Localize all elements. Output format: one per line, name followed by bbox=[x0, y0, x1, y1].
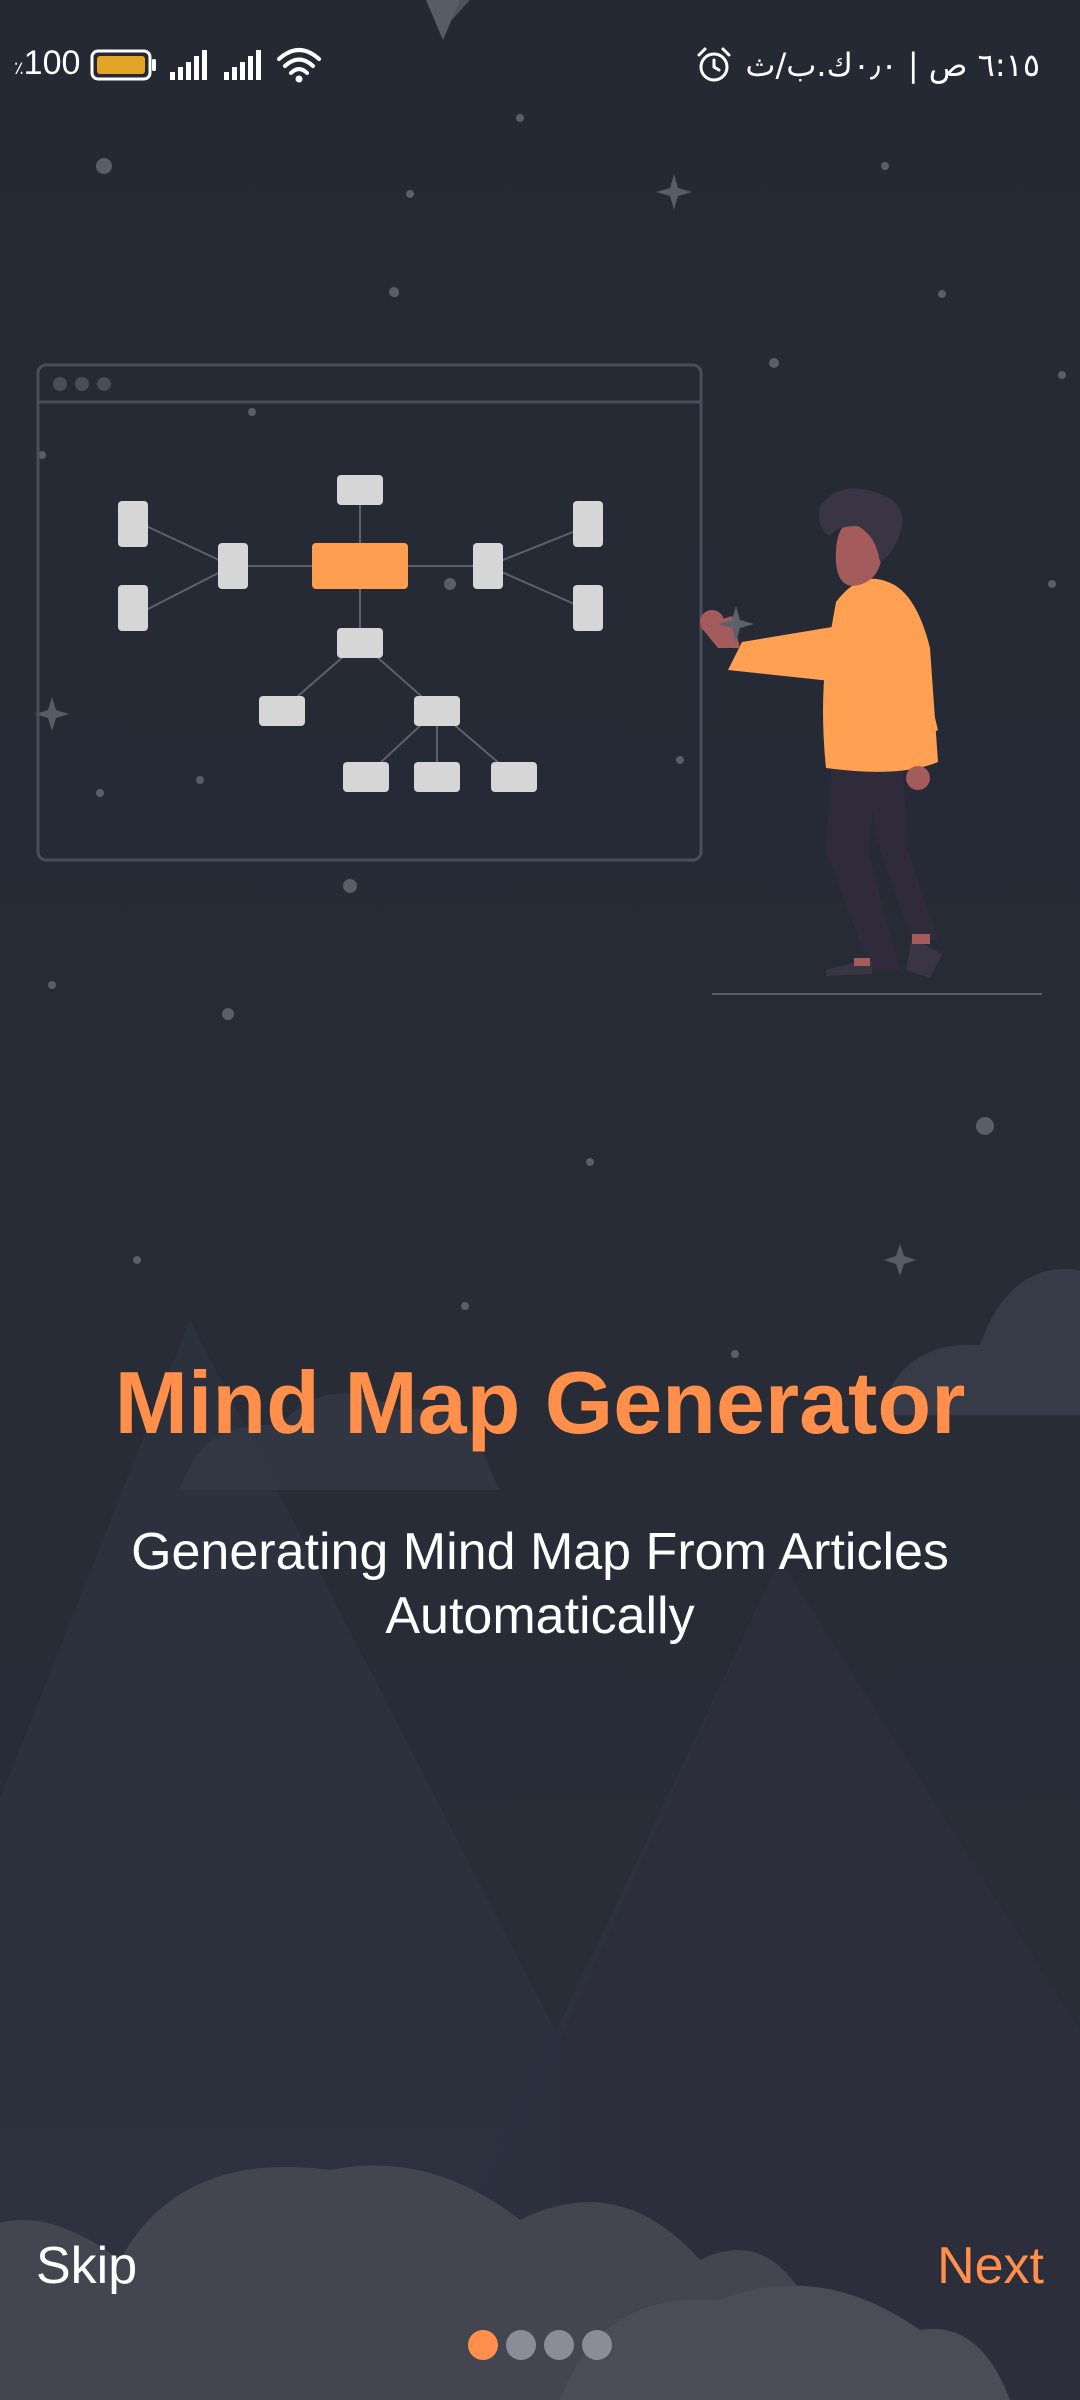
battery-level: ٪100 bbox=[14, 43, 81, 82]
battery-icon bbox=[90, 49, 157, 81]
status-left-group: ٪100 bbox=[14, 40, 322, 90]
page-dot-2[interactable] bbox=[506, 2330, 536, 2360]
status-time: ٦:١٥ ص | ٠٫٠ك.ب/ث bbox=[745, 46, 1040, 84]
signal-icon bbox=[170, 50, 208, 80]
mind-map-illustration bbox=[36, 363, 1042, 995]
page-indicator bbox=[0, 2330, 1080, 2364]
status-bar: ٪100 ٦:١٥ ص | ٠٫٠ك.ب/ث bbox=[0, 0, 1080, 128]
onboarding-screen: ٪100 ٦:١٥ ص | ٠٫٠ك.ب/ث Mind Map Generato… bbox=[0, 0, 1080, 2400]
page-dot-1[interactable] bbox=[468, 2330, 498, 2360]
page-dot-3[interactable] bbox=[544, 2330, 574, 2360]
status-right-group: ٦:١٥ ص | ٠٫٠ك.ب/ث bbox=[695, 40, 1040, 90]
alarm-icon bbox=[697, 47, 731, 82]
wifi-icon bbox=[277, 48, 322, 83]
skip-button[interactable]: Skip bbox=[36, 2226, 137, 2306]
person-graphic bbox=[700, 488, 942, 978]
onboarding-subtitle: Generating Mind Map From Articles Automa… bbox=[131, 1523, 949, 1645]
signal-icon bbox=[224, 50, 262, 80]
central-node-graphic bbox=[312, 543, 408, 589]
onboarding-title: Mind Map Generator bbox=[114, 1353, 966, 1452]
next-button[interactable]: Next bbox=[937, 2226, 1044, 2306]
page-dot-4[interactable] bbox=[582, 2330, 612, 2360]
